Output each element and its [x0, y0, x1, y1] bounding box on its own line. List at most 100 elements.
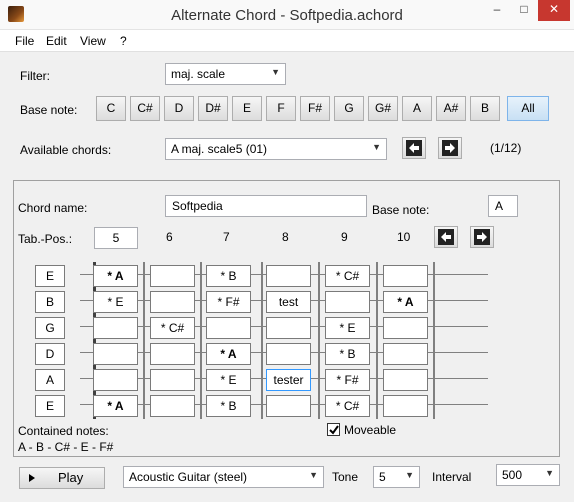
fret-cell[interactable]: * A	[93, 265, 138, 287]
interval-value: 500	[502, 468, 523, 482]
string-label-a: A	[35, 369, 65, 391]
fret-cell[interactable]: * F#	[206, 291, 251, 313]
play-icon	[29, 474, 35, 482]
fret-cell[interactable]: * E	[93, 291, 138, 313]
note-button-d-sharp[interactable]: D#	[198, 96, 228, 121]
note-button-all[interactable]: All	[507, 96, 549, 121]
string-label-b: B	[35, 291, 65, 313]
next-position-button[interactable]	[470, 226, 494, 248]
fret-line	[143, 262, 145, 419]
fret-cell[interactable]: * C#	[325, 395, 370, 417]
menu-view[interactable]: View	[80, 34, 106, 48]
interval-select[interactable]: 500 ▼	[496, 464, 560, 486]
fret-cell[interactable]: * B	[206, 265, 251, 287]
fret-cell[interactable]	[383, 369, 428, 391]
instrument-select[interactable]: Acoustic Guitar (steel) ▼	[123, 466, 324, 488]
close-button[interactable]: ✕	[538, 0, 570, 21]
fret-cell[interactable]	[383, 395, 428, 417]
fret-cell[interactable]: * C#	[325, 265, 370, 287]
fret-cell[interactable]: * E	[325, 317, 370, 339]
menu-file[interactable]: File	[15, 34, 34, 48]
prev-position-button[interactable]	[434, 226, 458, 248]
fret-cell[interactable]: * A	[383, 291, 428, 313]
fret-cell[interactable]	[206, 317, 251, 339]
fret-cell[interactable]	[150, 343, 195, 365]
tone-label: Tone	[332, 470, 359, 484]
chevron-down-icon: ▼	[271, 67, 280, 77]
string-label-d: D	[35, 343, 65, 365]
fret-cell[interactable]: * E	[206, 369, 251, 391]
fret-cell[interactable]	[383, 343, 428, 365]
moveable-label: Moveable	[344, 423, 397, 437]
fret-cell[interactable]	[150, 291, 195, 313]
prev-chord-button[interactable]	[402, 137, 426, 159]
contained-notes-value: A - B - C# - E - F#	[18, 440, 114, 454]
fret-cell[interactable]	[266, 317, 311, 339]
fret-cell[interactable]	[325, 291, 370, 313]
fret-cell[interactable]	[93, 369, 138, 391]
fret-number: 10	[397, 230, 411, 244]
fret-line	[318, 262, 320, 419]
fret-cell[interactable]	[266, 395, 311, 417]
note-button-c[interactable]: C	[96, 96, 126, 121]
note-button-b[interactable]: B	[470, 96, 500, 121]
left-arrow-icon	[406, 140, 422, 156]
menu-help[interactable]: ?	[120, 34, 127, 48]
note-button-a-sharp[interactable]: A#	[436, 96, 466, 121]
contained-notes-label: Contained notes:	[18, 424, 109, 438]
string-label-low-e: E	[35, 395, 65, 417]
fret-number: 8	[282, 230, 289, 244]
fret-cell[interactable]	[93, 343, 138, 365]
note-button-e[interactable]: E	[232, 96, 262, 121]
maximize-button[interactable]: □	[511, 0, 537, 21]
fret-number: 7	[223, 230, 230, 244]
base-note-label: Base note:	[20, 103, 78, 117]
chevron-down-icon: ▼	[372, 142, 381, 152]
fret-number: 9	[341, 230, 348, 244]
chord-name-input[interactable]: Softpedia	[165, 195, 367, 217]
fret-cell[interactable]	[383, 317, 428, 339]
fret-cell[interactable]: * F#	[325, 369, 370, 391]
minimize-button[interactable]: –	[484, 0, 510, 21]
chord-name-label: Chord name:	[18, 201, 88, 215]
fret-cell[interactable]	[266, 265, 311, 287]
fret-cell[interactable]	[150, 395, 195, 417]
note-button-f-sharp[interactable]: F#	[300, 96, 330, 121]
fret-cell[interactable]: * A	[206, 343, 251, 365]
note-button-f[interactable]: F	[266, 96, 296, 121]
fret-cell[interactable]	[150, 265, 195, 287]
play-button[interactable]: Play	[19, 467, 105, 489]
tone-value: 5	[379, 470, 386, 484]
fret-line	[261, 262, 263, 419]
fret-cell[interactable]: * B	[206, 395, 251, 417]
fret-cell[interactable]: * B	[325, 343, 370, 365]
fret-cell[interactable]	[150, 369, 195, 391]
available-chords-select[interactable]: A maj. scale5 (01) ▼	[165, 138, 387, 160]
fret-cell[interactable]: test	[266, 291, 311, 313]
fret-cell[interactable]	[383, 265, 428, 287]
fret-cell[interactable]: * A	[93, 395, 138, 417]
tab-pos-input[interactable]: 5	[94, 227, 138, 249]
right-arrow-icon	[442, 140, 458, 156]
chord-base-note-input[interactable]: A	[488, 195, 518, 217]
filter-select[interactable]: maj. scale ▼	[165, 63, 286, 85]
note-button-g-sharp[interactable]: G#	[368, 96, 398, 121]
fret-cell[interactable]: * C#	[150, 317, 195, 339]
note-button-a[interactable]: A	[402, 96, 432, 121]
note-button-d[interactable]: D	[164, 96, 194, 121]
chord-base-note-label: Base note:	[372, 203, 430, 217]
note-button-c-sharp[interactable]: C#	[130, 96, 160, 121]
fret-number: 6	[166, 230, 173, 244]
menu-edit[interactable]: Edit	[46, 34, 67, 48]
fret-cell[interactable]: tester	[266, 369, 311, 391]
title-bar: Alternate Chord - Softpedia.achord – □ ✕	[0, 0, 574, 30]
fret-cell[interactable]	[93, 317, 138, 339]
tone-select[interactable]: 5 ▼	[373, 466, 420, 488]
moveable-checkbox[interactable]	[327, 423, 340, 436]
checkmark-icon	[329, 425, 339, 435]
string-label-g: G	[35, 317, 65, 339]
next-chord-button[interactable]	[438, 137, 462, 159]
note-button-g[interactable]: G	[334, 96, 364, 121]
tab-pos-label: Tab.-Pos.:	[18, 232, 73, 246]
fret-cell[interactable]	[266, 343, 311, 365]
